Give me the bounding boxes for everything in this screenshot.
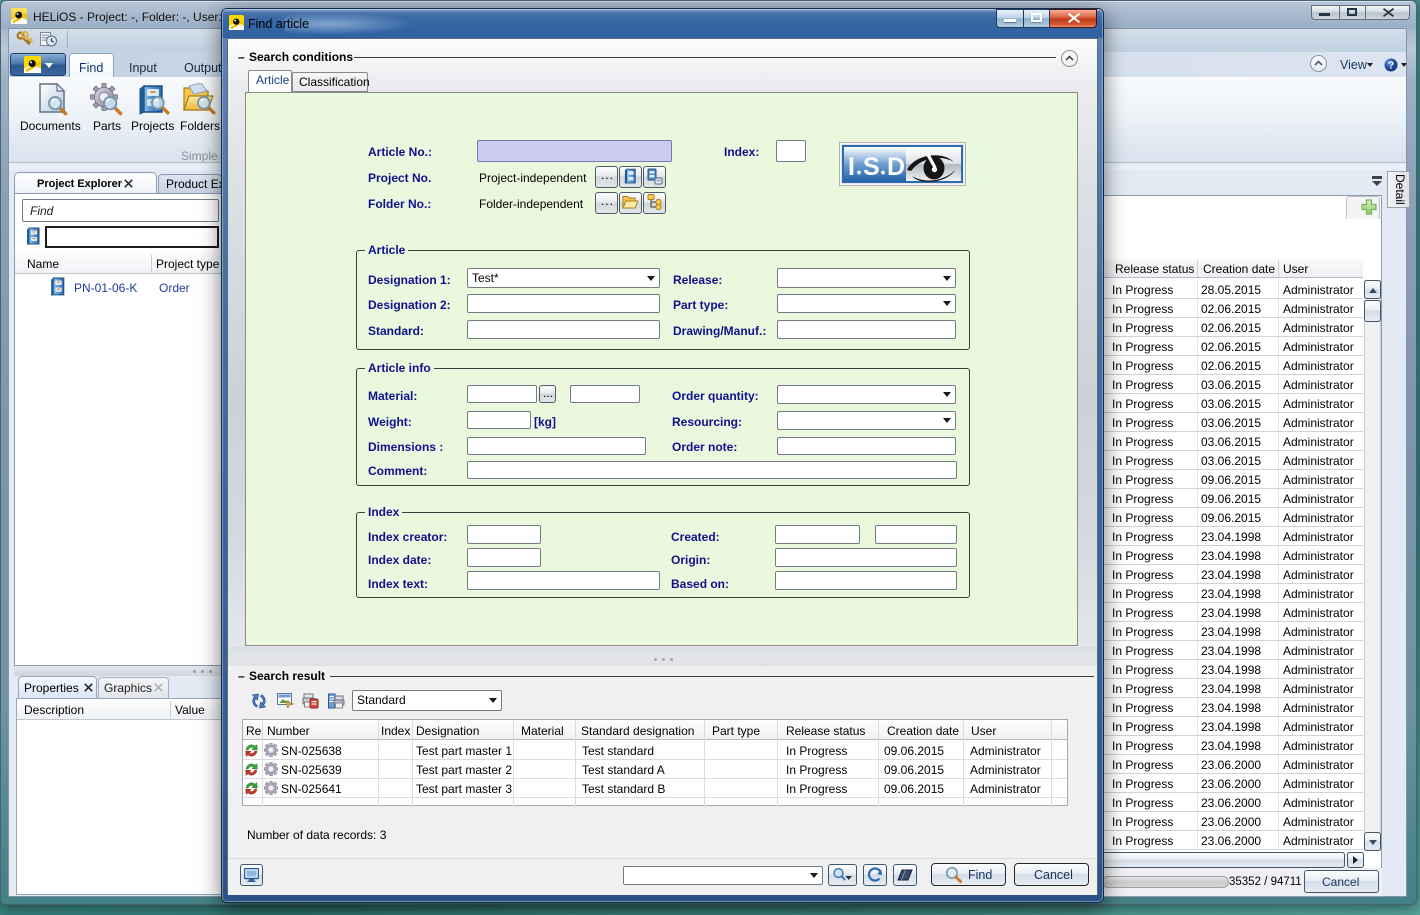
svg-text:S: S bbox=[863, 153, 880, 181]
svg-text:I: I bbox=[848, 153, 855, 181]
svg-text:D: D bbox=[887, 153, 905, 181]
svg-text:?: ? bbox=[1388, 61, 1394, 72]
